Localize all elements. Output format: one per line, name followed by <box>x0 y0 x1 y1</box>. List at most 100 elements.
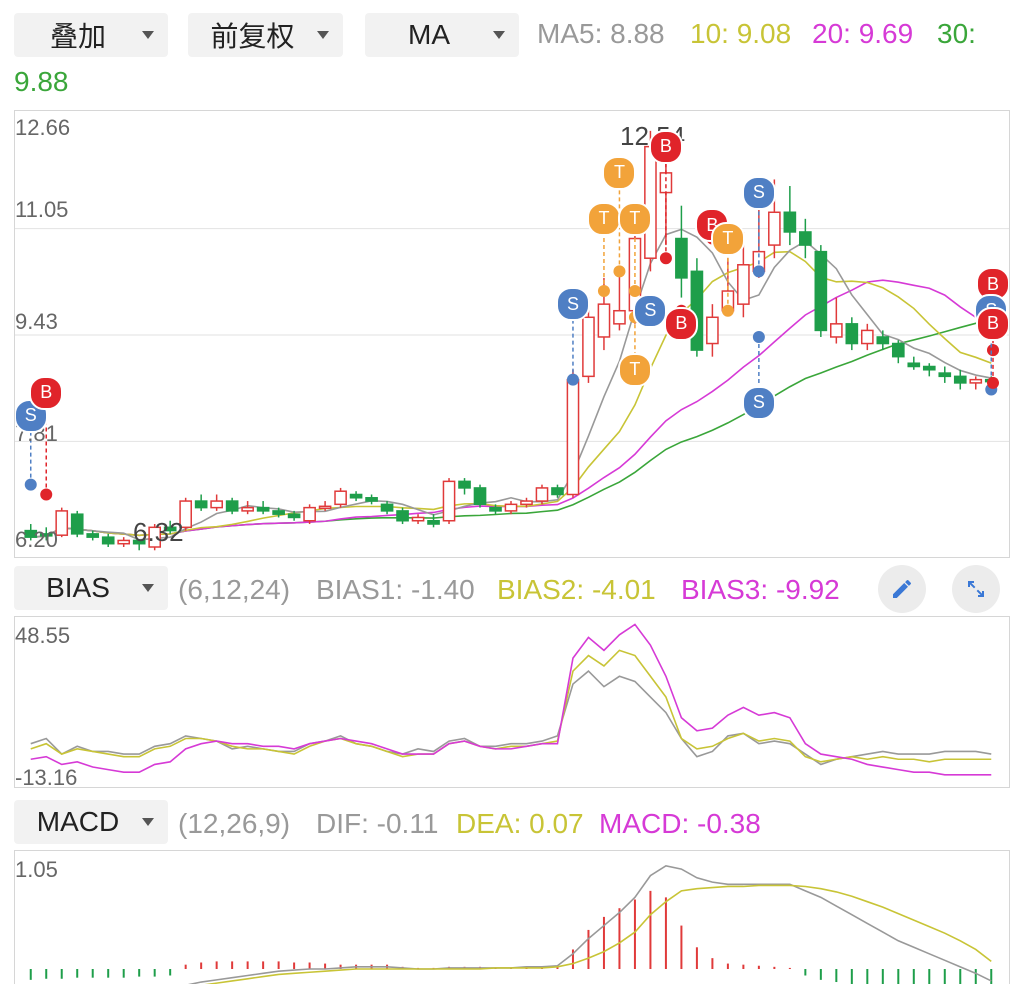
t-marker[interactable]: T <box>602 155 637 190</box>
macd-dropdown[interactable]: MACD <box>14 800 168 844</box>
t-marker[interactable]: T <box>617 201 652 236</box>
candle-body <box>427 519 440 525</box>
marker-dot <box>40 488 53 501</box>
chevron-down-icon <box>142 31 154 39</box>
chevron-down-icon <box>493 31 505 39</box>
candle-body <box>225 500 239 512</box>
ma20-value: 20: 9.69 <box>812 18 914 49</box>
t-marker[interactable]: T <box>617 352 652 387</box>
y-axis-tick-2: 9.43 <box>15 309 58 334</box>
candle-body <box>644 145 657 259</box>
candle-body <box>194 500 208 509</box>
candle-body <box>938 372 952 378</box>
candle-body <box>303 506 316 522</box>
bias-y-max: 48.55 <box>15 623 71 648</box>
buy-marker[interactable]: B <box>664 306 699 341</box>
candle-body <box>349 493 363 499</box>
macd-dropdown-label: MACD <box>36 806 120 837</box>
candle-body <box>922 365 936 371</box>
fullscreen-button[interactable] <box>952 565 1000 613</box>
bias1-value: BIAS1: -1.40 <box>316 574 475 605</box>
candle-body <box>272 510 285 515</box>
ma5-value: MA5: 8.88 <box>537 18 665 49</box>
bias-dropdown[interactable]: BIAS <box>14 566 168 610</box>
bias-svg <box>30 623 992 776</box>
candle-body <box>380 503 394 512</box>
bias2-value: BIAS2: -4.01 <box>497 574 656 605</box>
sell-marker[interactable]: S <box>741 175 776 210</box>
ma20-line <box>30 279 992 538</box>
marker-dot <box>987 376 999 389</box>
t-marker[interactable]: T <box>710 221 745 256</box>
candlestick-chart[interactable]: 12.66 11.05 9.43 7.81 6.20 12.54 6.32 SB… <box>14 110 1010 558</box>
sell-marker[interactable]: S <box>741 385 776 420</box>
marker-dot <box>597 285 610 298</box>
candle-body <box>582 316 595 378</box>
candle-body <box>969 378 983 384</box>
candle-body <box>334 490 347 506</box>
sell-marker[interactable]: S <box>633 293 668 328</box>
y-axis-tick-1: 11.05 <box>15 197 69 222</box>
candle-body <box>783 211 797 233</box>
candle-body <box>659 172 673 194</box>
candle-body <box>117 539 131 545</box>
expand-icon <box>968 581 984 597</box>
candle-body <box>799 231 812 246</box>
candle-body <box>768 211 781 246</box>
marker-dot <box>752 265 765 278</box>
buy-marker[interactable]: B <box>648 129 683 164</box>
indicator-dropdown[interactable]: MA <box>365 13 519 57</box>
adjust-dropdown[interactable]: 前复权 <box>188 13 343 57</box>
dif-line <box>187 865 992 984</box>
marker-dot <box>721 304 734 317</box>
candle-body <box>737 264 750 305</box>
candle-body <box>814 250 828 332</box>
marker-dot <box>628 285 641 298</box>
candle-body <box>70 513 84 535</box>
marker-dot <box>24 478 37 491</box>
macd-params: (12,26,9) <box>178 808 291 839</box>
dif-value: DIF: -0.11 <box>316 808 439 839</box>
macd-svg <box>29 865 993 984</box>
chevron-down-icon <box>142 584 154 592</box>
buy-marker[interactable]: B <box>29 375 64 410</box>
ma10-line <box>30 250 992 538</box>
sell-marker[interactable]: S <box>555 287 590 322</box>
bias-y-min: -13.16 <box>15 765 78 788</box>
ma30-value: 9.88 <box>14 66 69 97</box>
overlay-dropdown[interactable]: 叠加 <box>14 13 168 57</box>
candle-body <box>891 342 905 358</box>
marker-dot <box>566 373 579 386</box>
candle-body <box>551 487 564 496</box>
edit-indicator-button[interactable] <box>878 565 926 613</box>
dea-value: DEA: 0.07 <box>456 808 584 839</box>
bias1-line <box>30 670 992 766</box>
candle-body <box>706 316 719 345</box>
bias3-line <box>30 623 992 776</box>
candle-body <box>473 487 487 506</box>
candle-body <box>535 487 549 502</box>
bias-chart[interactable]: 48.55 -13.16 <box>14 616 1010 788</box>
candlestick-svg <box>15 130 1009 551</box>
candle-body <box>458 480 471 489</box>
candle-body <box>830 323 843 338</box>
overlay-dropdown-label: 叠加 <box>49 21 106 52</box>
t-marker[interactable]: T <box>586 201 621 236</box>
bias-dropdown-label: BIAS <box>46 572 110 603</box>
y-axis-min: 6.20 <box>15 527 58 552</box>
chevron-down-icon <box>317 31 329 39</box>
candle-body <box>876 336 890 345</box>
chevron-down-icon <box>142 818 154 826</box>
candle-body <box>860 329 874 345</box>
buy-marker[interactable]: B <box>976 306 1009 341</box>
ma10-value: 10: 9.08 <box>690 18 792 49</box>
marker-dot <box>752 330 765 343</box>
macd-chart[interactable]: 1.05 <box>14 850 1010 984</box>
ma30-label: 30: <box>937 18 976 49</box>
candle-body <box>442 480 456 522</box>
candle-body <box>210 500 223 509</box>
candle-body <box>504 503 518 512</box>
candle-body <box>365 497 378 502</box>
bias3-value: BIAS3: -9.92 <box>681 574 840 605</box>
candle-body <box>86 533 100 538</box>
